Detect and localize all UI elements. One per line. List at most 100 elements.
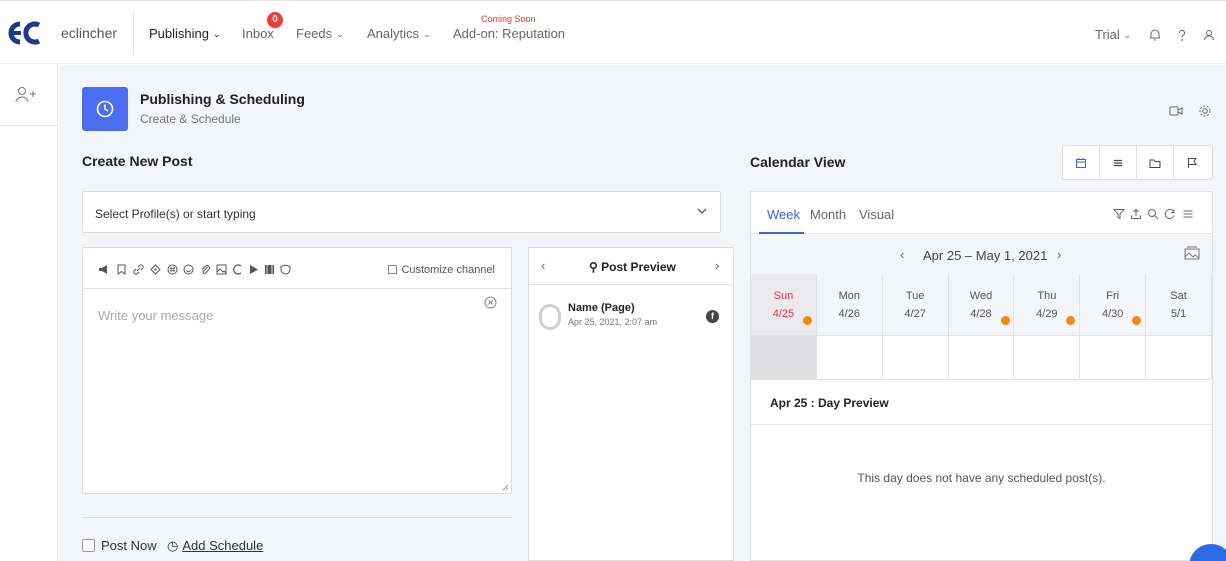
nav-feeds-label: Feeds — [296, 26, 333, 41]
calendar-slot[interactable] — [1014, 336, 1081, 380]
trial-menu[interactable]: Trial ⌄ — [1095, 27, 1131, 42]
calendar-day-mon[interactable]: Mon 4/26 — [816, 274, 883, 336]
bookmark-icon[interactable] — [116, 264, 127, 275]
calendar-slot[interactable] — [1146, 336, 1212, 380]
flag-icon — [1188, 158, 1197, 168]
tab-month[interactable]: Month — [810, 207, 846, 222]
calendar-icon — [1076, 158, 1086, 168]
add-user-button[interactable] — [0, 64, 58, 126]
tab-visual[interactable]: Visual — [859, 207, 894, 222]
post-preview-label: Post Preview — [601, 260, 676, 274]
user-icon[interactable] — [1202, 28, 1216, 42]
chevron-right-icon[interactable]: › — [715, 258, 719, 273]
bell-icon[interactable] — [1148, 28, 1162, 42]
megaphone-icon[interactable] — [98, 264, 109, 275]
preview-page-name: Name (Page) — [568, 302, 635, 314]
day-preview-header: Apr 25 : Day Preview — [751, 381, 1212, 425]
scheduled-post-dot[interactable] — [803, 316, 812, 325]
tab-week[interactable]: Week — [767, 207, 800, 222]
clear-icon[interactable] — [484, 296, 497, 309]
emoji-icon[interactable] — [183, 264, 194, 275]
nav-divider — [133, 11, 134, 55]
day-date: 4/27 — [904, 308, 926, 320]
profile-select[interactable]: Select Profile(s) or start typing — [82, 191, 721, 233]
filter-icon[interactable] — [1113, 208, 1125, 220]
nav-feeds[interactable]: Feeds ⌄ — [296, 26, 344, 41]
day-name: Fri — [1106, 290, 1120, 302]
section-divider — [82, 517, 512, 518]
calendar-day-fri[interactable]: Fri 4/30 — [1080, 274, 1147, 336]
calendar-slot[interactable] — [949, 336, 1015, 380]
hashtag-icon[interactable] — [167, 264, 178, 275]
left-rail — [0, 64, 58, 561]
upload-icon[interactable] — [1130, 208, 1142, 220]
tag-icon[interactable] — [150, 264, 161, 275]
checkbox-icon — [388, 265, 398, 274]
nav-reputation[interactable]: Add-on: Reputation — [453, 26, 565, 41]
calendar-slot[interactable] — [883, 336, 949, 380]
nav-analytics[interactable]: Analytics ⌄ — [367, 26, 431, 41]
view-switcher — [1062, 145, 1213, 180]
link-icon[interactable] — [133, 264, 144, 275]
search-icon[interactable] — [1147, 208, 1159, 220]
message-input[interactable]: Write your message — [98, 308, 213, 323]
calendar-view-button[interactable] — [1063, 146, 1100, 179]
eclincher-logo-icon[interactable] — [6, 21, 48, 45]
folder-icon — [1149, 159, 1161, 168]
chevron-right-icon[interactable]: › — [1057, 247, 1061, 262]
customize-channel-checkbox[interactable]: Customize channel — [388, 264, 495, 276]
nav-publishing[interactable]: Publishing ⌄ — [149, 26, 221, 41]
week-range: Apr 25 – May 1, 2021 — [923, 248, 1048, 263]
resize-handle-icon[interactable] — [501, 483, 509, 491]
scheduled-post-dot[interactable] — [1000, 316, 1010, 325]
gear-icon[interactable] — [1198, 104, 1212, 118]
clock-icon — [96, 100, 114, 118]
canva-icon[interactable] — [233, 264, 244, 275]
scheduled-post-dot[interactable] — [1132, 316, 1142, 325]
calendar-slot[interactable] — [817, 336, 883, 380]
flag-view-button[interactable] — [1174, 146, 1211, 179]
calendar-day-sun[interactable]: Sun 4/25 — [751, 274, 817, 336]
paperclip-icon[interactable] — [200, 264, 211, 275]
top-nav: eclincher Publishing ⌄ Inbox 0 Feeds ⌄ Ana… — [0, 0, 1226, 64]
play-icon[interactable] — [248, 264, 259, 275]
nav-publishing-label: Publishing — [149, 26, 209, 41]
refresh-icon[interactable] — [1164, 208, 1176, 220]
post-now-checkbox[interactable]: Post Now — [82, 538, 157, 553]
film-icon[interactable] — [264, 264, 275, 275]
calendar-day-thu[interactable]: Thu 4/29 — [1014, 274, 1081, 336]
chevron-left-icon[interactable]: ‹ — [541, 258, 545, 273]
post-preview-panel: ‹ ⚲ Post Preview › Name (Page) Apr 25, 2… — [528, 247, 734, 561]
checkbox-icon — [82, 539, 95, 552]
nav-analytics-label: Analytics — [367, 26, 420, 41]
day-date: 4/26 — [838, 308, 860, 320]
shield-icon[interactable] — [280, 264, 291, 275]
nav-inbox[interactable]: Inbox — [242, 26, 274, 41]
page-subtitle: Create & Schedule — [140, 112, 241, 126]
calendar-tabs: Week Month Visual — [751, 192, 1212, 234]
calendar-day-sat[interactable]: Sat 5/1 — [1146, 274, 1212, 336]
clock-icon: ◷ — [167, 538, 179, 553]
nav-inbox-label: Inbox — [242, 26, 274, 41]
list-view-button[interactable] — [1100, 146, 1137, 179]
add-schedule-link[interactable]: ◷ Add Schedule — [167, 538, 263, 554]
image-gallery-icon[interactable] — [1184, 246, 1200, 260]
calendar-view-title: Calendar View — [750, 154, 846, 170]
calendar-slot[interactable] — [751, 336, 817, 380]
list-icon — [1114, 159, 1122, 167]
help-icon[interactable] — [1175, 28, 1189, 42]
avatar — [539, 304, 561, 330]
menu-icon[interactable] — [1182, 208, 1194, 220]
day-name: Mon — [838, 290, 860, 302]
inbox-count-badge: 0 — [267, 12, 283, 28]
scheduled-post-dot[interactable] — [1066, 316, 1076, 325]
folder-view-button[interactable] — [1137, 146, 1174, 179]
chevron-left-icon[interactable]: ‹ — [900, 247, 904, 262]
calendar-day-tue[interactable]: Tue 4/27 — [882, 274, 949, 336]
chevron-down-icon: ⌄ — [423, 29, 431, 39]
calendar-day-wed[interactable]: Wed 4/28 — [948, 274, 1015, 336]
calendar-slot[interactable] — [1080, 336, 1147, 380]
image-icon[interactable] — [216, 264, 227, 275]
add-schedule-label: Add Schedule — [182, 538, 264, 553]
video-icon[interactable] — [1169, 105, 1183, 117]
